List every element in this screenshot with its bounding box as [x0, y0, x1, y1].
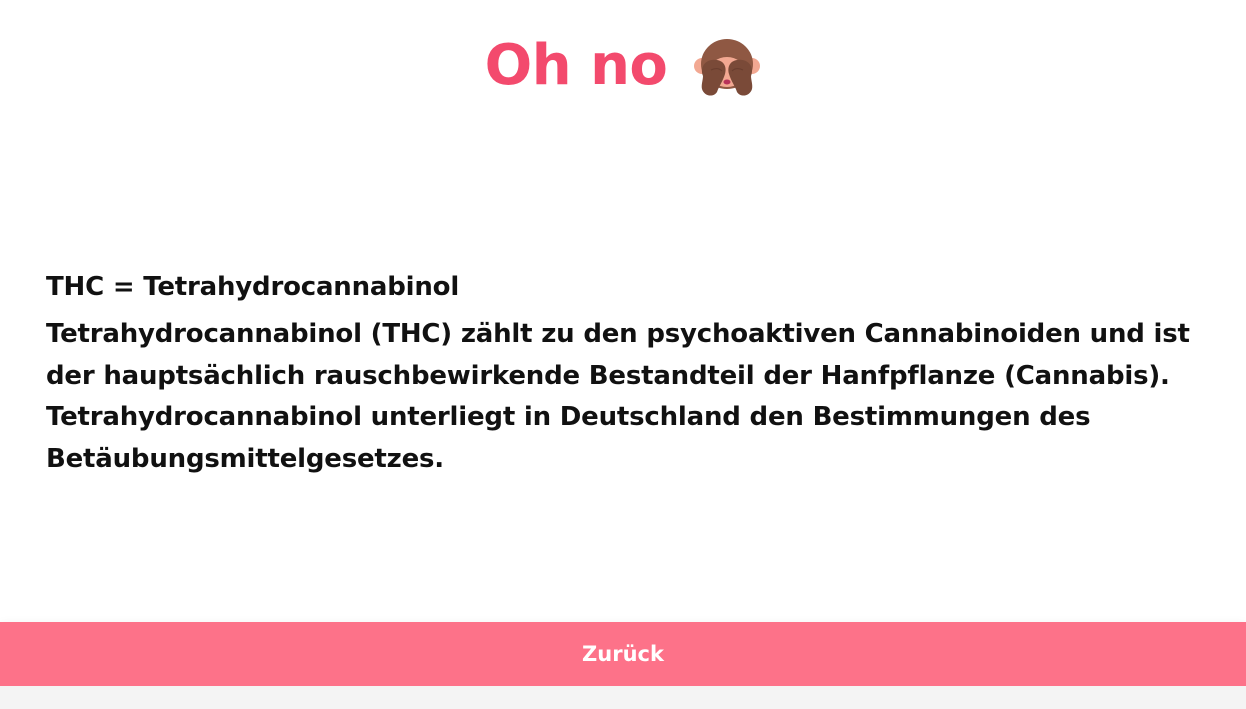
back-button[interactable]: Zurück	[0, 622, 1246, 686]
info-section: THC = Tetrahydrocannabinol Tetrahydrocan…	[46, 266, 1206, 480]
see-no-evil-monkey-icon	[693, 36, 761, 100]
section-heading: THC = Tetrahydrocannabinol	[46, 272, 460, 302]
bottom-strip	[0, 686, 1246, 709]
back-button-label: Zurück	[582, 642, 664, 666]
description-text: Tetrahydrocannabinol (THC) zählt zu den …	[46, 319, 1190, 474]
page: Oh no THC = Tetrahydrocannabinol Tetrahy…	[0, 0, 1246, 709]
page-title: Oh no	[484, 33, 668, 98]
page-header: Oh no	[0, 28, 1246, 104]
